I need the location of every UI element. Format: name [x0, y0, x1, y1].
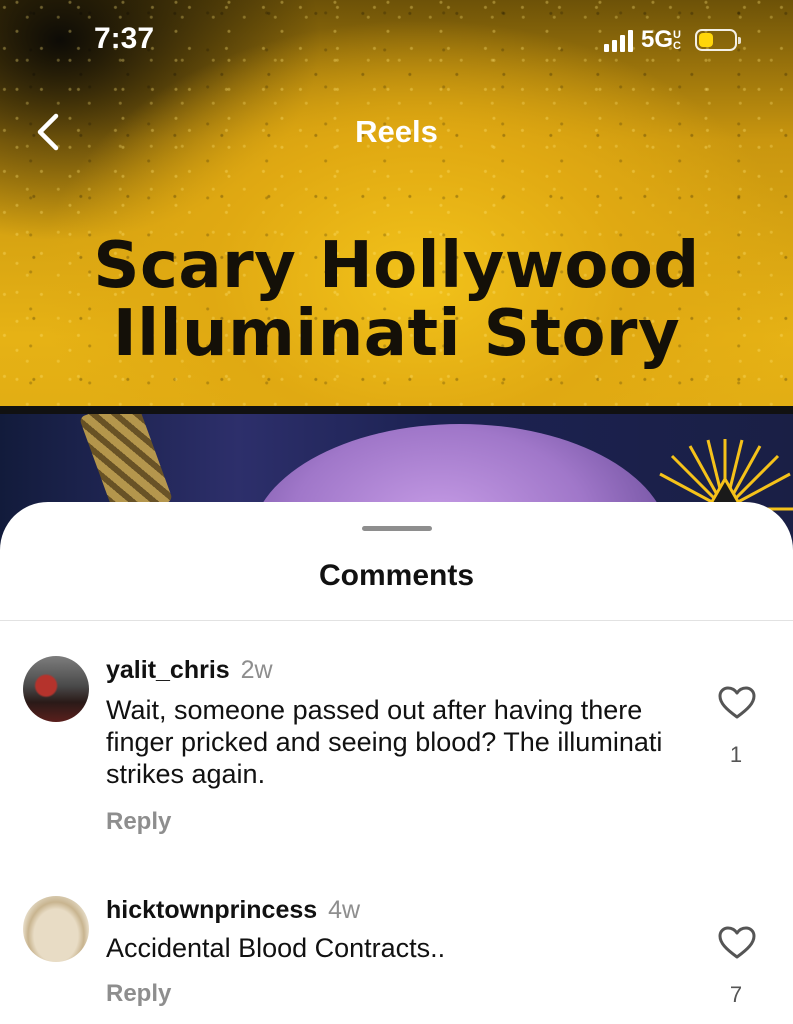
network-sub-label: UC	[673, 28, 681, 52]
avatar[interactable]	[23, 656, 89, 722]
like-count: 7	[729, 982, 743, 1007]
reel-video[interactable]: Scary Hollywood Illuminati Story	[0, 0, 793, 560]
sheet-drag-handle[interactable]	[362, 526, 432, 531]
comment-header: yalit_chris 2w	[106, 656, 273, 685]
reel-divider	[0, 406, 793, 414]
comments-title: Comments	[318, 559, 475, 592]
like-count: 1	[729, 742, 743, 767]
reply-button[interactable]: Reply	[106, 808, 171, 836]
comment-header: hicktownprincess 4w	[106, 896, 360, 925]
comment-username[interactable]: yalit_chris	[106, 656, 230, 684]
comment-age: 4w	[328, 896, 361, 924]
reply-button[interactable]: Reply	[106, 980, 171, 1008]
reel-title-line-1: Scary Hollywood	[93, 229, 700, 303]
avatar[interactable]	[23, 896, 89, 962]
reel-title-line-2: Illuminati Story	[112, 297, 681, 371]
cellular-signal-icon	[603, 28, 633, 52]
status-time: 7:37	[94, 22, 155, 55]
comment-text: Wait, someone passed out after having th…	[106, 695, 663, 789]
heart-outline-icon[interactable]	[718, 926, 756, 960]
status-indicators: 5GUC	[603, 26, 741, 54]
network-label: 5G	[640, 26, 673, 53]
comment-text: Accidental Blood Contracts..	[106, 933, 446, 963]
battery-icon	[695, 29, 741, 51]
comment-username[interactable]: hicktownprincess	[106, 896, 317, 924]
comments-sheet[interactable]: Comments yalit_chris 2w Wait, someone pa…	[0, 502, 793, 1024]
battery-level	[699, 33, 713, 47]
page-title: Reels	[355, 114, 438, 149]
comment-age: 2w	[240, 656, 273, 684]
heart-outline-icon[interactable]	[718, 686, 756, 720]
divider	[0, 620, 793, 621]
reel-title-text: Scary Hollywood Illuminati Story	[0, 232, 793, 368]
network-type: 5GUC	[641, 26, 683, 54]
